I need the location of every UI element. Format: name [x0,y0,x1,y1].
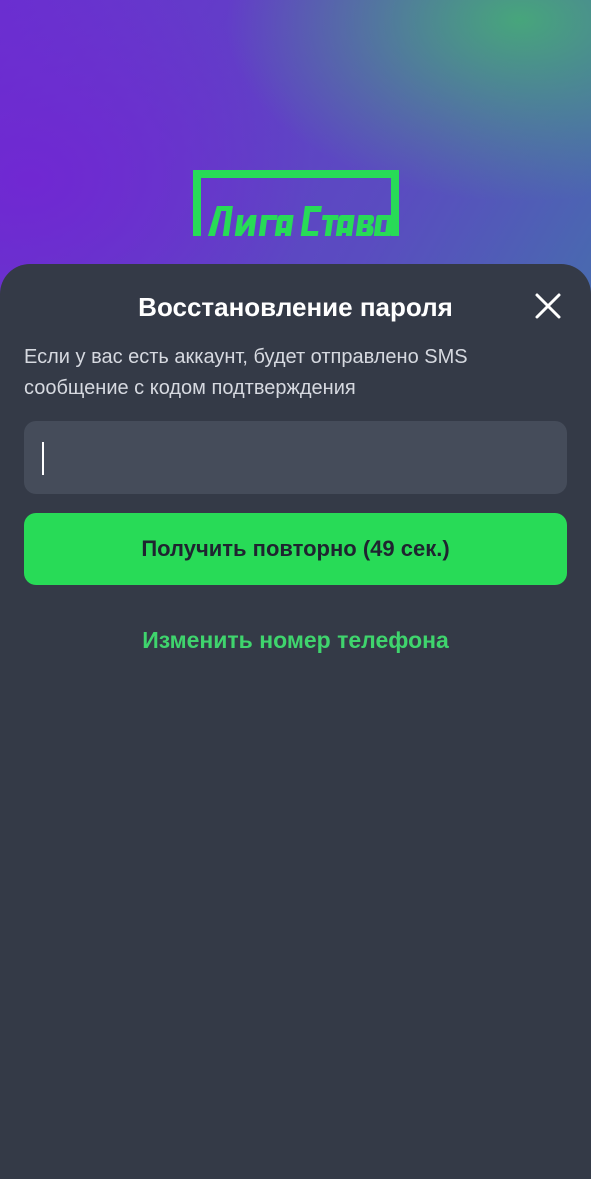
password-recovery-screen: Восстановление пароля Если у вас есть ак… [0,0,591,1179]
resend-code-button[interactable]: Получить повторно (49 сек.) [24,513,567,585]
liga-stavok-logo [193,170,399,236]
change-phone-link[interactable]: Изменить номер телефона [0,624,591,656]
close-button[interactable] [532,290,564,322]
logo-image [193,170,399,236]
text-cursor [42,442,44,475]
dialog-description: Если у вас есть аккаунт, будет отправлен… [24,346,468,399]
sms-code-input[interactable] [24,421,567,494]
sms-code-field[interactable] [24,421,567,494]
close-icon [535,293,561,319]
dialog-title: Восстановление пароля [138,292,453,322]
